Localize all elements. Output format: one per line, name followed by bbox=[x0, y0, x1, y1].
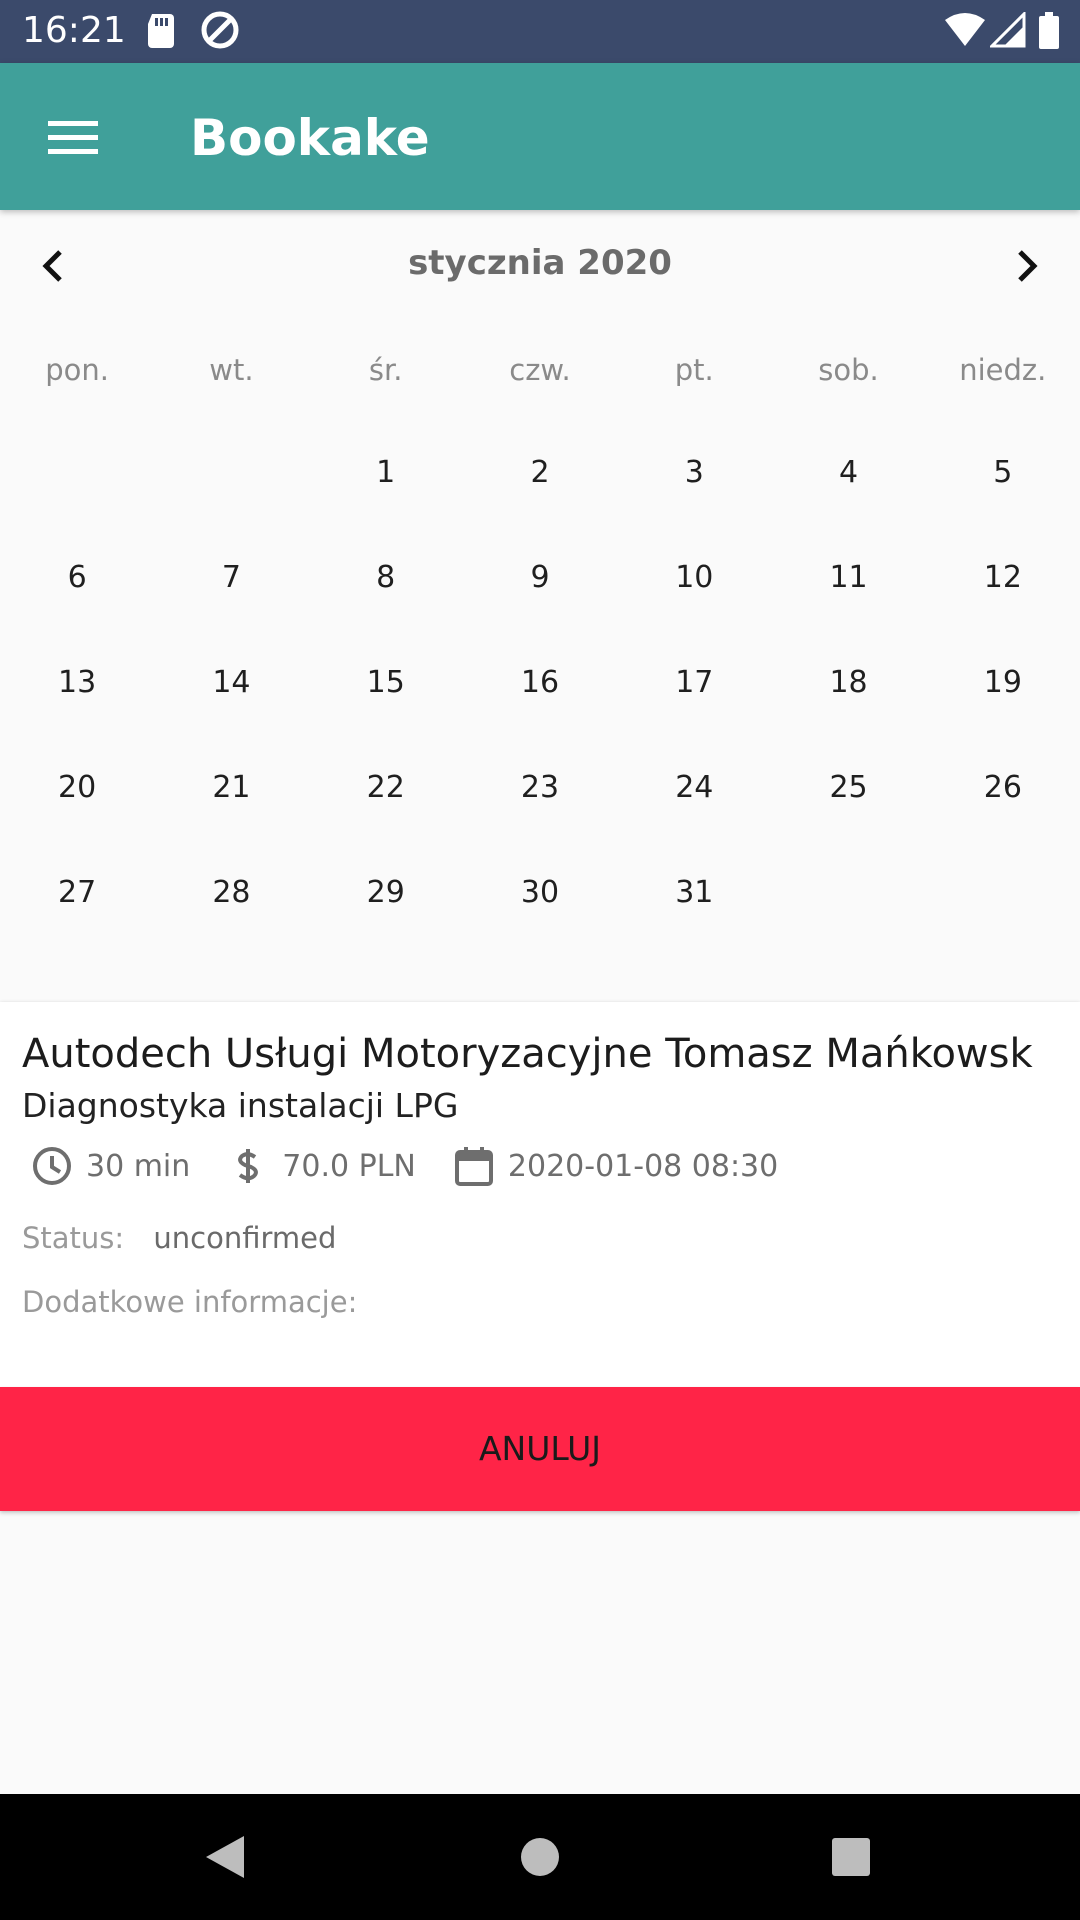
service-name: Diagnostyka instalacji LPG bbox=[22, 1086, 459, 1125]
recents-icon bbox=[832, 1838, 870, 1876]
calendar-day[interactable]: 10 bbox=[617, 525, 771, 630]
weekday-label: wt. bbox=[209, 353, 254, 387]
calendar-days-grid: 1 2 3 4 5 6 7 8 9 10 11 12 13 14 15 16 17 18 19 20 21 22 23 24 2… bbox=[0, 420, 1080, 945]
dollar-icon bbox=[226, 1144, 270, 1188]
weekday-label: pon. bbox=[45, 353, 110, 387]
calendar-day[interactable]: 11 bbox=[771, 525, 925, 630]
calendar-day[interactable]: 20 bbox=[0, 735, 154, 840]
calendar-day[interactable]: 30 bbox=[463, 840, 617, 945]
booking-card: Autodech Usługi Motoryzacyjne Tomasz Mań… bbox=[0, 1002, 1080, 1511]
cancel-button[interactable]: ANULUJ bbox=[0, 1387, 1080, 1511]
price-text: 70.0 PLN bbox=[282, 1148, 416, 1184]
calendar-day[interactable]: 6 bbox=[0, 525, 154, 630]
sd-card-icon bbox=[146, 12, 176, 54]
calendar-day[interactable]: 2 bbox=[463, 420, 617, 525]
status-time: 16:21 bbox=[22, 10, 126, 51]
calendar-day[interactable]: 25 bbox=[771, 735, 925, 840]
calendar-day[interactable]: 8 bbox=[309, 525, 463, 630]
booking-meta-row: 30 min 70.0 PLN 2020-01-08 08:30 bbox=[30, 1140, 814, 1192]
business-name: Autodech Usługi Motoryzacyjne Tomasz Mań… bbox=[22, 1031, 1033, 1077]
hamburger-menu-icon bbox=[48, 121, 98, 154]
additional-info-label: Dodatkowe informacje: bbox=[22, 1285, 358, 1319]
calendar-day[interactable]: 23 bbox=[463, 735, 617, 840]
back-button[interactable] bbox=[192, 1824, 258, 1890]
calendar-day[interactable]: 22 bbox=[309, 735, 463, 840]
calendar-day[interactable]: 9 bbox=[463, 525, 617, 630]
status-label: Status: bbox=[22, 1221, 125, 1255]
next-month-button[interactable] bbox=[998, 238, 1054, 294]
signal-icon bbox=[988, 10, 1026, 52]
app-bar: Bookake bbox=[0, 63, 1080, 210]
calendar-day[interactable]: 13 bbox=[0, 630, 154, 735]
calendar-day[interactable]: 21 bbox=[154, 735, 308, 840]
calendar-day-empty bbox=[0, 420, 154, 525]
home-button[interactable] bbox=[507, 1824, 573, 1890]
calendar-day[interactable]: 24 bbox=[617, 735, 771, 840]
calendar-day[interactable]: 3 bbox=[617, 420, 771, 525]
calendar-icon bbox=[452, 1144, 496, 1188]
navigation-bar bbox=[0, 1794, 1080, 1920]
battery-icon bbox=[1038, 12, 1060, 54]
month-label: stycznia 2020 bbox=[408, 243, 672, 283]
calendar-day[interactable]: 14 bbox=[154, 630, 308, 735]
calendar-day[interactable]: 18 bbox=[771, 630, 925, 735]
calendar-day[interactable]: 4 bbox=[771, 420, 925, 525]
home-icon bbox=[521, 1838, 559, 1876]
calendar-day-empty bbox=[771, 840, 925, 945]
calendar-day[interactable]: 17 bbox=[617, 630, 771, 735]
menu-button[interactable] bbox=[34, 103, 110, 171]
app-title: Bookake bbox=[190, 109, 430, 167]
status-row: Status: unconfirmed bbox=[22, 1216, 336, 1260]
calendar-day[interactable]: 19 bbox=[926, 630, 1080, 735]
calendar-day[interactable]: 12 bbox=[926, 525, 1080, 630]
wifi-icon bbox=[944, 12, 986, 52]
calendar-day[interactable]: 27 bbox=[0, 840, 154, 945]
calendar-day-empty bbox=[926, 840, 1080, 945]
calendar-day[interactable]: 31 bbox=[617, 840, 771, 945]
chevron-right-icon bbox=[1018, 250, 1038, 282]
calendar-day[interactable]: 28 bbox=[154, 840, 308, 945]
calendar-day-empty bbox=[154, 420, 308, 525]
calendar-day[interactable]: 16 bbox=[463, 630, 617, 735]
back-icon bbox=[206, 1836, 244, 1878]
duration-text: 30 min bbox=[86, 1148, 191, 1184]
weekday-label: niedz. bbox=[959, 353, 1047, 387]
status-bar: 16:21 bbox=[0, 0, 1080, 63]
weekday-label: śr. bbox=[368, 353, 403, 387]
calendar-day[interactable]: 1 bbox=[309, 420, 463, 525]
status-value: unconfirmed bbox=[153, 1221, 337, 1255]
calendar-day[interactable]: 29 bbox=[309, 840, 463, 945]
weekday-label: pt. bbox=[674, 353, 714, 387]
datetime-text: 2020-01-08 08:30 bbox=[507, 1148, 779, 1184]
weekday-label: sob. bbox=[818, 353, 879, 387]
calendar-day[interactable]: 15 bbox=[309, 630, 463, 735]
calendar-header: stycznia 2020 bbox=[0, 232, 1080, 296]
weekday-label: czw. bbox=[509, 353, 571, 387]
calendar-day[interactable]: 26 bbox=[926, 735, 1080, 840]
calendar-day[interactable]: 7 bbox=[154, 525, 308, 630]
weekday-row: pon. wt. śr. czw. pt. sob. niedz. bbox=[0, 345, 1080, 395]
recents-button[interactable] bbox=[818, 1824, 884, 1890]
clock-icon bbox=[30, 1144, 74, 1188]
calendar-day[interactable]: 5 bbox=[926, 420, 1080, 525]
sync-icon bbox=[200, 10, 240, 54]
